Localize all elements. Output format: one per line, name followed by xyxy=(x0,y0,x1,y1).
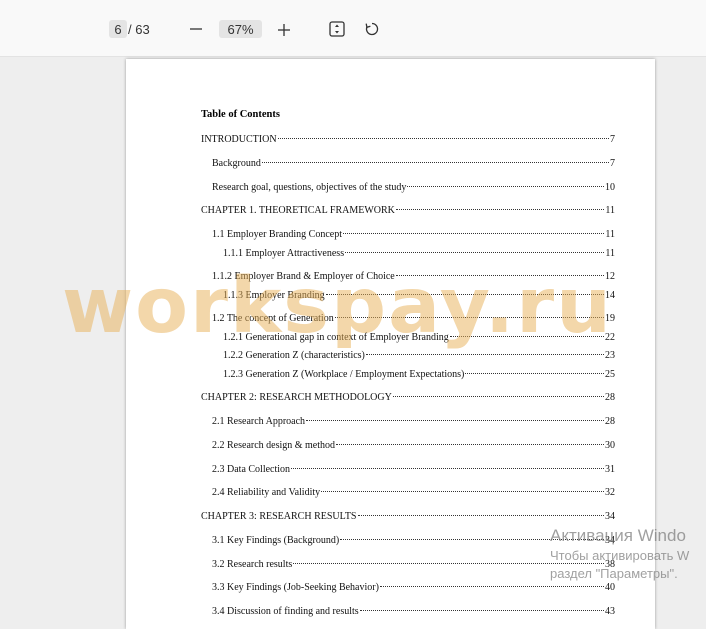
toc-leader-dots xyxy=(357,515,604,516)
toc-leader-dots xyxy=(291,468,604,469)
toc-leader-dots xyxy=(345,252,605,253)
toc-entry-page: 7 xyxy=(610,158,615,169)
toc-entry-title: 2.1 Research Approach xyxy=(212,416,306,427)
toc-entry-title: 2.4 Reliability and Validity xyxy=(212,487,321,498)
toc-entry[interactable]: 1.2.3 Generation Z (Workplace / Employme… xyxy=(223,369,615,381)
fit-page-button[interactable] xyxy=(327,19,347,39)
toc-entry-page: 19 xyxy=(605,313,615,324)
toc-leader-dots xyxy=(334,317,604,318)
toc-entry[interactable]: Background 7 xyxy=(212,158,615,170)
toc-entry-title: 3.3 Key Findings (Job-Seeking Behavior) xyxy=(212,582,379,593)
toc-entry-title: 3.1 Key Findings (Background) xyxy=(212,535,340,546)
toc-entry[interactable]: 1.1 Employer Branding Concept 11 xyxy=(212,229,615,241)
toc-entry-page: 10 xyxy=(605,182,615,193)
toc-leader-dots xyxy=(336,444,604,445)
rotate-icon xyxy=(365,22,379,36)
toc-entry-page: 25 xyxy=(605,369,615,380)
toc-leader-dots xyxy=(365,354,604,355)
activation-line: раздел "Параметры". xyxy=(550,566,678,581)
toc-entry-title: CHAPTER 3: RESEARCH RESULTS xyxy=(201,511,357,522)
toc-entry-title: 3.4 Discussion of finding and results xyxy=(212,606,359,617)
plus-icon xyxy=(278,24,290,36)
toc-entry[interactable]: CHAPTER 3: RESEARCH RESULTS 34 xyxy=(201,511,615,523)
toc-leader-dots xyxy=(407,186,604,187)
toc-entry-page: 34 xyxy=(605,511,615,522)
toc-entry-page: 43 xyxy=(605,606,615,617)
toc-entry-title: 1.1.3 Employer Branding xyxy=(223,290,325,301)
toc-leader-dots xyxy=(379,586,604,587)
toc-leader-dots xyxy=(277,138,609,139)
toc-entry-page: 40 xyxy=(605,582,615,593)
toc-entry-page: 11 xyxy=(605,205,615,216)
toc-entry-page: 22 xyxy=(605,332,615,343)
minus-icon xyxy=(190,28,202,30)
toc-entry[interactable]: 3.3 Key Findings (Job-Seeking Behavior) 4… xyxy=(212,582,615,594)
toc-entry-title: 1.2.1 Generational gap in context of Emp… xyxy=(223,332,449,343)
toc-entry-title: 3.2 Research results xyxy=(212,559,293,570)
toc-leader-dots xyxy=(306,420,604,421)
toc-entry-page: 28 xyxy=(605,416,615,427)
toc-entry[interactable]: INTRODUCTION 7 xyxy=(201,134,615,146)
toc-leader-dots xyxy=(359,610,604,611)
toc-entry-title: 2.3 Data Collection xyxy=(212,464,291,475)
toc-entry-title: 1.1.1 Employer Attractiveness xyxy=(223,248,345,259)
pdf-toolbar: 6 / 63 67% xyxy=(0,0,706,57)
zoom-in-button[interactable] xyxy=(273,19,295,41)
toc-entry[interactable]: 1.1.1 Employer Attractiveness 11 xyxy=(223,248,615,260)
fit-page-icon xyxy=(329,21,345,37)
toc-entry[interactable]: CHAPTER 1. THEORETICAL FRAMEWORK 11 xyxy=(201,205,615,217)
toc-entry-title: Background xyxy=(212,158,261,169)
toc-leader-dots xyxy=(321,491,604,492)
toc-entry-page: 23 xyxy=(605,350,615,361)
toc-leader-dots xyxy=(392,396,604,397)
toc-leader-dots xyxy=(325,294,604,295)
toc-entry[interactable]: 2.1 Research Approach 28 xyxy=(212,416,615,428)
toc-leader-dots xyxy=(395,275,604,276)
toc-entry[interactable]: 1.2 The concept of Generation 19 xyxy=(212,313,615,325)
toc-title: Table of Contents xyxy=(201,109,280,120)
toc-entry-page: 31 xyxy=(605,464,615,475)
rotate-button[interactable] xyxy=(362,19,382,39)
toc-entry-page: 30 xyxy=(605,440,615,451)
toc-leader-dots xyxy=(261,162,609,163)
toc-leader-dots xyxy=(449,336,604,337)
toc-entry[interactable]: 3.4 Discussion of finding and results 43 xyxy=(212,606,615,618)
toc-entry-page: 32 xyxy=(605,487,615,498)
toc-entry-title: CHAPTER 2: RESEARCH METHODOLOGY xyxy=(201,392,392,403)
toc-entry-title: 1.2.3 Generation Z (Workplace / Employme… xyxy=(223,369,465,380)
toc-leader-dots xyxy=(395,209,605,210)
toc-entry-title: 1.2 The concept of Generation xyxy=(212,313,334,324)
toc-entry-title: 2.2 Research design & method xyxy=(212,440,336,451)
toc-entry-page: 12 xyxy=(605,271,615,282)
toc-entry-page: 7 xyxy=(610,134,615,145)
toc-entry-title: 1.1 Employer Branding Concept xyxy=(212,229,342,240)
page-number-input[interactable]: 6 xyxy=(109,20,127,38)
toc-entry[interactable]: 1.2.1 Generational gap in context of Emp… xyxy=(223,332,615,344)
toc-leader-dots xyxy=(342,233,605,234)
toc-entry-page: 28 xyxy=(605,392,615,403)
zoom-level-input[interactable]: 67% xyxy=(219,20,262,38)
toc-entry-page: 14 xyxy=(605,290,615,301)
toc-entry[interactable]: 1.2.2 Generation Z (characteristics) 23 xyxy=(223,350,615,362)
toc-entry[interactable]: Research goal, questions, objectives of … xyxy=(212,182,615,194)
windows-activation-notice: Активация Windo Чтобы активировать W раз… xyxy=(550,525,689,583)
toc-entry-title: 1.2.2 Generation Z (characteristics) xyxy=(223,350,365,361)
toc-entry-page: 11 xyxy=(605,229,615,240)
activation-title: Активация Windo xyxy=(550,526,686,545)
zoom-out-button[interactable] xyxy=(186,19,206,39)
page-total: / 63 xyxy=(128,21,150,37)
toc-entry[interactable]: 2.4 Reliability and Validity 32 xyxy=(212,487,615,499)
toc-entry-title: INTRODUCTION xyxy=(201,134,277,145)
toc-entry-title: 1.1.2 Employer Brand & Employer of Choic… xyxy=(212,271,395,282)
toc-entry[interactable]: 1.1.3 Employer Branding 14 xyxy=(223,290,615,302)
activation-line: Чтобы активировать W xyxy=(550,548,690,563)
toc-entry[interactable]: 2.3 Data Collection 31 xyxy=(212,464,615,476)
toc-entry-page: 11 xyxy=(605,248,615,259)
toc-entry-title: Research goal, questions, objectives of … xyxy=(212,182,407,193)
toc-leader-dots xyxy=(465,373,604,374)
toc-entry[interactable]: 1.1.2 Employer Brand & Employer of Choic… xyxy=(212,271,615,283)
toc-entry[interactable]: CHAPTER 2: RESEARCH METHODOLOGY 28 xyxy=(201,392,615,404)
toc-entry-title: CHAPTER 1. THEORETICAL FRAMEWORK xyxy=(201,205,395,216)
toc-entry[interactable]: 2.2 Research design & method 30 xyxy=(212,440,615,452)
